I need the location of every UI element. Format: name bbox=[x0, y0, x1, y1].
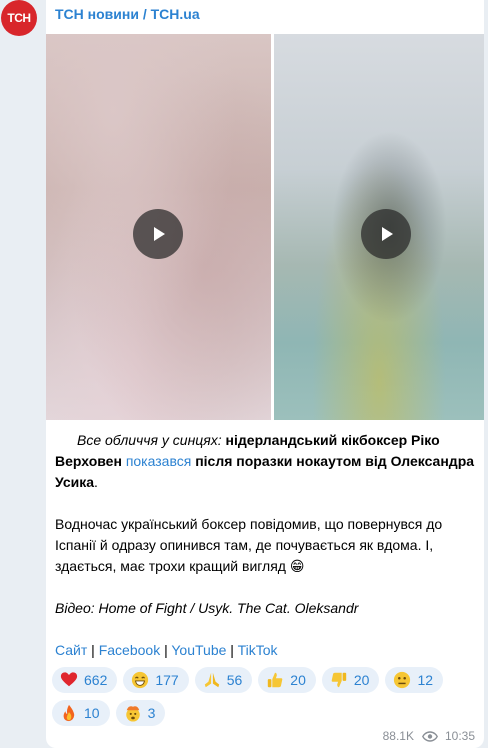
reaction-count: 662 bbox=[84, 672, 108, 688]
reaction-count: 12 bbox=[417, 672, 434, 688]
reaction-pray[interactable]: 56 bbox=[194, 667, 253, 693]
exploding-head-icon bbox=[125, 706, 140, 722]
link-separator: | bbox=[87, 642, 99, 658]
play-icon[interactable] bbox=[361, 209, 411, 259]
neutral-face-icon bbox=[394, 671, 411, 689]
reaction-count: 56 bbox=[226, 672, 243, 688]
grin-icon bbox=[132, 671, 149, 689]
thumbs-down-icon bbox=[331, 672, 347, 688]
link-tiktok[interactable]: TikTok bbox=[238, 642, 278, 658]
link-facebook[interactable]: Facebook bbox=[99, 642, 160, 658]
social-links: Сайт | Facebook | YouTube | TikTok bbox=[55, 640, 475, 661]
message-bubble: ТСН новини / TCH.ua Все обличчя у синцях… bbox=[46, 0, 484, 748]
channel-name[interactable]: ТСН новини / TCH.ua bbox=[55, 6, 200, 22]
reaction-grin[interactable]: 177 bbox=[123, 667, 189, 693]
eye-icon bbox=[421, 730, 438, 742]
pray-icon bbox=[204, 672, 219, 688]
reaction-exploding-head[interactable]: 3 bbox=[115, 700, 166, 726]
post-paragraph-2: Водночас український боксер повідомив, щ… bbox=[55, 516, 443, 574]
reactions-bar: 662 177 56 20 20 12 10 3 bbox=[52, 667, 472, 726]
reaction-count: 3 bbox=[147, 705, 156, 721]
play-icon[interactable] bbox=[133, 209, 183, 259]
post-link[interactable]: показався bbox=[126, 453, 192, 469]
media-album bbox=[46, 34, 484, 420]
fire-icon bbox=[63, 704, 75, 722]
thumbs-up-icon bbox=[268, 672, 283, 688]
video-thumbnail-2[interactable] bbox=[274, 34, 484, 420]
message-time: 10:35 bbox=[444, 729, 475, 743]
reaction-thumbs-up[interactable]: 20 bbox=[258, 667, 316, 693]
video-thumbnail-1[interactable] bbox=[46, 34, 271, 420]
link-separator: | bbox=[226, 642, 238, 658]
reaction-thumbs-down[interactable]: 20 bbox=[321, 667, 380, 693]
link-separator: | bbox=[160, 642, 172, 658]
reaction-count: 177 bbox=[155, 672, 179, 688]
avatar-logo-text: ТСН bbox=[7, 11, 31, 25]
reaction-count: 20 bbox=[290, 672, 306, 688]
heart-icon bbox=[60, 672, 78, 687]
post-intro: Все обличчя у синцях: bbox=[77, 432, 222, 448]
link-site[interactable]: Сайт bbox=[55, 642, 87, 658]
video-credit: Відео: Home of Fight / Usyk. The Cat. Ol… bbox=[55, 600, 359, 616]
reaction-count: 20 bbox=[353, 672, 370, 688]
post-period: . bbox=[94, 474, 98, 490]
channel-avatar[interactable]: ТСН bbox=[1, 0, 37, 36]
reaction-heart[interactable]: 662 bbox=[52, 667, 118, 693]
view-count: 88.1K bbox=[382, 729, 414, 743]
reaction-neutral[interactable]: 12 bbox=[385, 667, 444, 693]
reaction-fire[interactable]: 10 bbox=[52, 700, 110, 726]
message-meta: 88.1K 10:35 bbox=[383, 729, 475, 743]
reaction-count: 10 bbox=[84, 705, 100, 721]
link-youtube[interactable]: YouTube bbox=[171, 642, 226, 658]
post-text: Все обличчя у синцях: нідерландський кік… bbox=[55, 430, 475, 661]
